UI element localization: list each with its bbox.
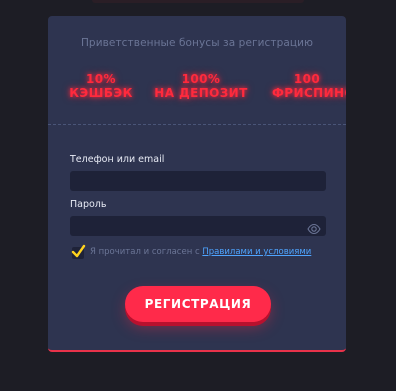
welcome-bonus-section: Приветственные бонусы за регистрацию 10%… <box>48 16 346 125</box>
bonus-deposit-label: НА ДЕПОЗИТ <box>154 86 248 100</box>
bonus-deposit: 100% НА ДЕПОЗИТ <box>151 72 251 100</box>
terms-text: Я прочитал и согласен с <box>90 247 203 257</box>
register-button[interactable]: РЕГИСТРАЦИЯ <box>125 286 271 322</box>
checkmark-icon <box>71 244 86 258</box>
background-panel-edge <box>92 0 304 3</box>
bonus-cashback-label: КЭШБЭК <box>69 86 133 100</box>
password-input[interactable] <box>70 216 326 236</box>
eye-icon[interactable] <box>307 220 321 235</box>
login-label: Телефон или email <box>70 154 165 165</box>
page: Приветственные бонусы за регистрацию 10%… <box>0 0 396 391</box>
bonus-cashback: 10% КЭШБЭК <box>66 72 136 100</box>
terms-checkbox[interactable] <box>71 244 86 259</box>
bonus-deposit-value: 100% <box>181 72 221 86</box>
password-label: Пароль <box>70 199 107 210</box>
bonus-freespins: 100 ФРИСПИНОВ <box>272 72 346 100</box>
terms-agreement: Я прочитал и согласен с Правилами и усло… <box>90 247 311 257</box>
bonus-cashback-value: 10% <box>86 72 116 86</box>
login-input[interactable] <box>70 171 326 191</box>
terms-link[interactable]: Правилами и условиями <box>202 247 311 257</box>
bonus-title: Приветственные бонусы за регистрацию <box>80 37 314 49</box>
registration-modal: Приветственные бонусы за регистрацию 10%… <box>48 16 346 352</box>
bonus-freespins-label: ФРИСПИНОВ <box>272 86 346 100</box>
bonus-freespins-value: 100 <box>293 72 321 86</box>
